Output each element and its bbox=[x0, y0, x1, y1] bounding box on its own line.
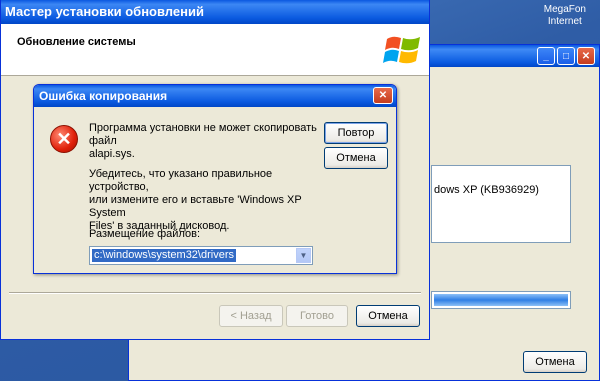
wizard-cancel-button[interactable]: Отмена bbox=[356, 305, 420, 327]
dialog-titlebar: Ошибка копирования ✕ bbox=[34, 85, 396, 107]
maximize-icon[interactable]: □ bbox=[557, 47, 575, 65]
progress-bar-fill bbox=[434, 294, 568, 306]
wizard-header: Обновление системы bbox=[1, 24, 429, 76]
retry-button-label: Повтор bbox=[337, 127, 375, 139]
instruction-line-1: Убедитесь, что указано правильное устрой… bbox=[89, 168, 273, 193]
retry-button[interactable]: Повтор bbox=[324, 122, 388, 144]
location-label: Размещение файлов: bbox=[89, 228, 200, 240]
file-location-value: c:\windows\system32\drivers bbox=[92, 249, 236, 262]
wizard-cancel-label: Отмена bbox=[368, 310, 408, 322]
dialog-cancel-button[interactable]: Отмена bbox=[324, 147, 388, 169]
wizard-titlebar: Мастер установки обновлений bbox=[1, 0, 429, 24]
update-list-panel: dows XP (KB936929) bbox=[431, 165, 571, 243]
progress-bar bbox=[431, 291, 571, 309]
back-button[interactable]: < Назад bbox=[219, 305, 283, 327]
error-message-line-1: Программа установки не может скопировать… bbox=[89, 122, 317, 147]
tray-line-2: Internet bbox=[547, 16, 582, 27]
file-location-combobox[interactable]: c:\windows\system32\drivers ▼ bbox=[89, 246, 313, 265]
update-item-text: dows XP (KB936929) bbox=[434, 184, 539, 196]
error-message-line-2: alapi.sys. bbox=[89, 148, 135, 160]
dialog-title: Ошибка копирования bbox=[39, 89, 168, 103]
wizard-title: Мастер установки обновлений bbox=[5, 4, 204, 19]
tray-line-1: MegaFon bbox=[543, 4, 586, 15]
wizard-footer-separator bbox=[9, 292, 421, 294]
chevron-down-icon[interactable]: ▼ bbox=[296, 248, 311, 263]
windows-logo-icon bbox=[383, 36, 420, 64]
instruction-line-2: или измените его и вставьте 'Windows XP … bbox=[89, 194, 302, 219]
minimize-icon[interactable]: _ bbox=[537, 47, 555, 65]
background-cancel-label: Отмена bbox=[535, 356, 575, 368]
error-message: Программа установки не может скопировать… bbox=[89, 122, 319, 161]
finish-button[interactable]: Готово bbox=[286, 305, 348, 327]
copy-error-dialog: Ошибка копирования ✕ ✕ Программа установ… bbox=[33, 84, 397, 274]
wizard-header-title: Обновление системы bbox=[17, 36, 136, 48]
background-cancel-button[interactable]: Отмена bbox=[523, 351, 587, 373]
instruction-message: Убедитесь, что указано правильное устрой… bbox=[89, 168, 319, 233]
dialog-cancel-label: Отмена bbox=[336, 152, 376, 164]
close-icon[interactable]: ✕ bbox=[577, 47, 595, 65]
finish-button-label: Готово bbox=[300, 310, 334, 322]
desktop: MegaFon Internet _ □ ✕ dows XP (KB936929… bbox=[0, 0, 600, 381]
back-button-label: < Назад bbox=[230, 310, 272, 322]
error-icon: ✕ bbox=[50, 125, 78, 153]
close-icon[interactable]: ✕ bbox=[373, 87, 393, 104]
megafon-tray-label[interactable]: MegaFon Internet bbox=[544, 4, 586, 28]
